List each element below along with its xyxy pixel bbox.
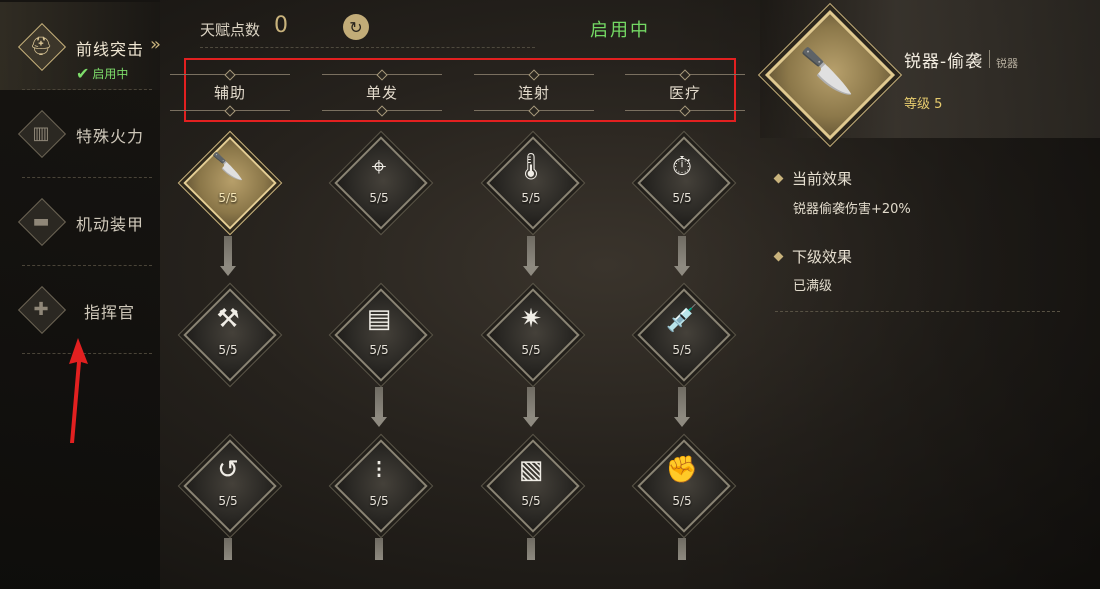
connector-stub xyxy=(375,538,383,560)
gun-burst-icon: ✷ xyxy=(520,304,542,334)
talent-topbar: 天赋点数 0 ↻ 启用中 xyxy=(180,0,740,56)
column-header-burst: 连射 xyxy=(464,60,604,120)
syringe-rank-icon: 💉 xyxy=(665,304,699,334)
talent-node-knife[interactable]: 🔪 5/5 xyxy=(183,136,277,230)
ammo-belt-icon: ▤ xyxy=(366,304,392,334)
tank-icon: ▬ xyxy=(17,197,67,247)
connector-arrow xyxy=(371,387,387,429)
talent-node-magazine[interactable]: ▧ 5/5 xyxy=(486,439,580,533)
talent-node-reload-hand[interactable]: ↺ 5/5 xyxy=(183,439,277,533)
connector-arrow xyxy=(674,236,690,278)
divider xyxy=(200,47,535,48)
talent-points-value: 0 xyxy=(274,13,288,38)
magazine-icon: ▧ xyxy=(518,455,544,485)
medkit-icon: ✚ xyxy=(17,285,67,335)
connector-stub xyxy=(678,538,686,560)
next-effect-text: 已满级 xyxy=(793,279,833,294)
check-icon: ✔ xyxy=(76,64,90,83)
reset-icon: ↻ xyxy=(349,17,363,37)
active-status: 启用中 xyxy=(590,20,650,41)
category-label: 前线突击 xyxy=(76,40,145,59)
reload-hand-icon: ↺ xyxy=(217,455,239,485)
next-effect-title: 下级效果 xyxy=(773,246,852,267)
talent-node-bullets[interactable]: ⁝ 5/5 xyxy=(334,439,428,533)
gun-thermometer-icon: 🌡 xyxy=(514,152,548,182)
talent-node-ammo-belt[interactable]: ▤ 5/5 xyxy=(334,288,428,382)
skill-name: 锐器-偷袭 xyxy=(904,52,984,72)
connector-arrow xyxy=(523,387,539,429)
category-special-firepower[interactable]: ▥ 特殊火力 xyxy=(0,90,160,178)
talent-node-gun-thermometer[interactable]: 🌡 5/5 xyxy=(486,136,580,230)
connector-arrow xyxy=(674,387,690,429)
talent-points-label: 天赋点数 xyxy=(200,21,261,39)
hammer-wrench-up-icon: ⚒ xyxy=(216,304,240,334)
reset-button[interactable]: ↻ xyxy=(343,14,369,40)
helmet-icon: ⛑ xyxy=(17,22,67,72)
connector-stub xyxy=(224,538,232,560)
diamond-bullet-icon xyxy=(773,251,784,262)
double-chevron-right-icon: » xyxy=(150,34,162,55)
crosshair-gun-icon: ⌖ xyxy=(371,152,387,182)
talent-node-timer-up[interactable]: ⏱ 5/5 xyxy=(637,136,731,230)
talent-node-gun-burst[interactable]: ✷ 5/5 xyxy=(486,288,580,382)
skill-level: 等级 5 xyxy=(904,97,943,112)
separator xyxy=(989,50,990,68)
category-label: 机动装甲 xyxy=(76,215,145,234)
knife-icon: 🔪 xyxy=(799,46,855,97)
column-header-single-shot: 单发 xyxy=(312,60,452,120)
category-status: ✔ 启用中 xyxy=(76,64,129,83)
diamond-bullet-icon xyxy=(773,173,784,184)
divider xyxy=(775,311,1060,312)
column-header-support: 辅助 xyxy=(160,60,300,120)
talent-node-crosshair-gun[interactable]: ⌖ 5/5 xyxy=(334,136,428,230)
annotation-arrow xyxy=(69,338,88,443)
connector-stub xyxy=(527,538,535,560)
connector-arrow xyxy=(523,236,539,278)
knife-icon: 🔪 xyxy=(211,152,245,182)
vest-icon: ▥ xyxy=(17,109,67,159)
category-mobile-armor[interactable]: ▬ 机动装甲 xyxy=(0,178,160,266)
skill-type: 锐器 xyxy=(996,57,1018,70)
category-sidebar: ⛑ 前线突击 ✔ 启用中 » ▥ 特殊火力 ▬ 机动装甲 ✚ 指挥官 xyxy=(0,0,162,589)
column-header-medical: 医疗 xyxy=(615,60,755,120)
bullets-icon: ⁝ xyxy=(374,455,384,485)
bandaged-arm-icon: ✊ xyxy=(665,455,699,485)
category-label: 指挥官 xyxy=(84,303,136,322)
category-label: 特殊火力 xyxy=(76,127,145,146)
timer-up-icon: ⏱ xyxy=(671,152,693,182)
connector-arrow xyxy=(220,236,236,278)
category-frontline-assault[interactable]: ⛑ 前线突击 ✔ 启用中 » xyxy=(0,2,162,90)
talent-node-bandaged-arm[interactable]: ✊ 5/5 xyxy=(637,439,731,533)
talent-node-hammer-wrench-up[interactable]: ⚒ 5/5 xyxy=(183,288,277,382)
talent-node-syringe-rank[interactable]: 💉 5/5 xyxy=(637,288,731,382)
current-effect-title: 当前效果 xyxy=(773,168,852,189)
skill-detail-icon: 🔪 xyxy=(762,9,896,141)
current-effect-text: 锐器偷袭伤害+20% xyxy=(793,202,911,217)
column-headers: 辅助 单发 连射 医疗 xyxy=(170,58,745,122)
